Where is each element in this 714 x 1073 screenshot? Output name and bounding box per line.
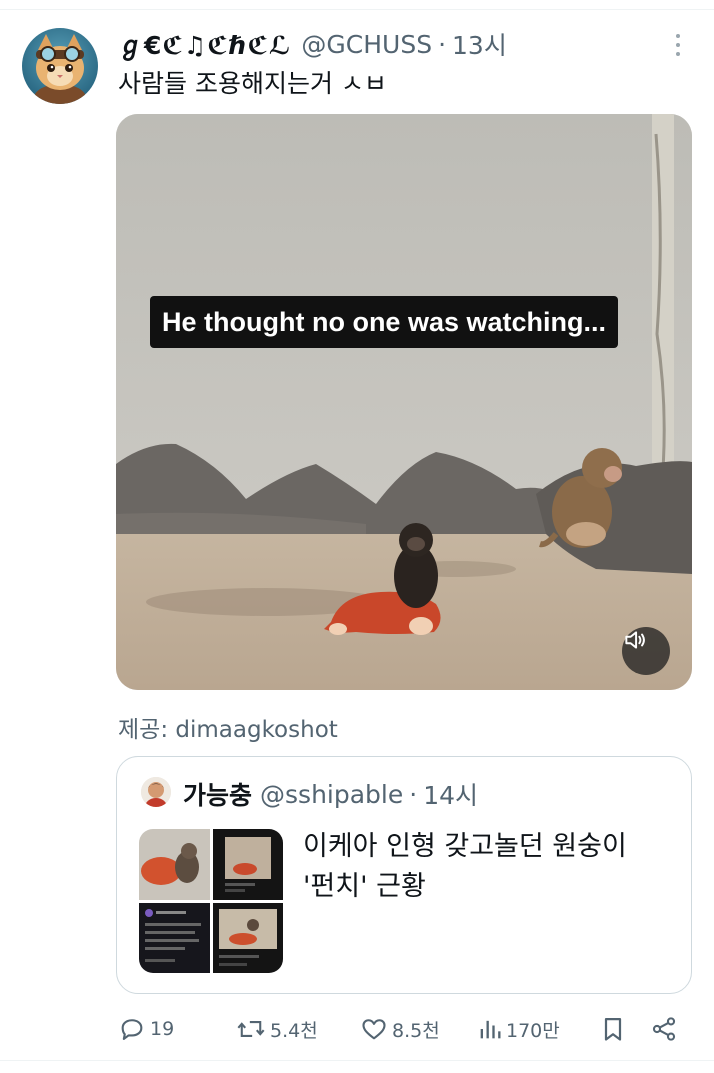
- bottom-divider: [0, 1060, 714, 1061]
- person-avatar-image: [141, 777, 171, 807]
- post-header: ℊ€ℭ♫ℭℏℭℒ @GCHUSS · 13시: [118, 26, 678, 62]
- video-player[interactable]: He thought no one was watching...: [116, 114, 692, 690]
- reply-button[interactable]: 19: [118, 1010, 174, 1048]
- action-bar: 19 5.4천 8.5천 170만: [0, 1010, 714, 1048]
- author-name[interactable]: ℊ€ℭ♫ℭℏℭℒ: [118, 26, 291, 62]
- speaker-glyph: [625, 631, 645, 649]
- quoted-post-text: 이케아 인형 갖고놀던 원숭이 '펀치' 근황: [303, 827, 673, 907]
- reply-count: 19: [150, 1018, 175, 1040]
- author-handle[interactable]: @GCHUSS: [301, 30, 432, 59]
- top-divider: [0, 0, 714, 10]
- share-icon: [652, 1017, 676, 1041]
- repost-icon: [237, 1021, 265, 1037]
- quoted-separator-dot: ·: [409, 779, 418, 809]
- cat-avatar-image: [34, 34, 86, 104]
- quoted-thumb-4[interactable]: [212, 902, 283, 973]
- separator-dot: ·: [438, 29, 447, 59]
- quoted-media-grid[interactable]: [139, 829, 283, 973]
- quoted-post[interactable]: 가능충 @sshipable · 14시 이케아 인형 갖고놀던 원숭이 '펀치…: [116, 756, 692, 994]
- video-frame: [116, 114, 692, 690]
- bookmark-button[interactable]: [600, 1010, 626, 1048]
- quoted-text-line-2: '펀치' 근황: [303, 871, 426, 902]
- quoted-author-name[interactable]: 가능충: [183, 776, 252, 812]
- video-caption: He thought no one was watching...: [150, 296, 618, 348]
- views-button[interactable]: 170만: [478, 1010, 560, 1048]
- bookmark-icon: [604, 1017, 622, 1041]
- quoted-post-time[interactable]: 14시: [423, 776, 478, 812]
- quoted-text-line-1: 이케아 인형 갖고놀던 원숭이: [303, 831, 627, 862]
- post-text: 사람들 조용해지는거 ㅅㅂ: [118, 69, 387, 98]
- more-vertical-icon[interactable]: [668, 30, 688, 60]
- share-button[interactable]: [650, 1010, 678, 1048]
- media-credit[interactable]: 제공: dimaagkoshot: [118, 710, 338, 744]
- repost-count: 5.4천: [270, 1019, 318, 1042]
- repost-button[interactable]: 5.4천: [236, 1010, 318, 1048]
- speaker-icon[interactable]: [622, 627, 670, 675]
- reply-icon: [121, 1019, 143, 1040]
- quoted-author-avatar[interactable]: [141, 777, 171, 807]
- heart-icon: [362, 1019, 386, 1040]
- views-count: 170만: [506, 1019, 560, 1042]
- like-button[interactable]: 8.5천: [360, 1010, 440, 1048]
- author-avatar[interactable]: [22, 28, 98, 104]
- quoted-thumb-2[interactable]: [212, 829, 283, 900]
- quoted-thumb-3[interactable]: [139, 902, 210, 973]
- quoted-post-header: 가능충 @sshipable · 14시: [183, 777, 478, 811]
- like-count: 8.5천: [392, 1019, 440, 1042]
- quoted-thumb-1[interactable]: [139, 829, 210, 900]
- quoted-author-handle[interactable]: @sshipable: [260, 780, 403, 809]
- views-icon: [480, 1020, 501, 1039]
- post-time[interactable]: 13시: [452, 26, 507, 62]
